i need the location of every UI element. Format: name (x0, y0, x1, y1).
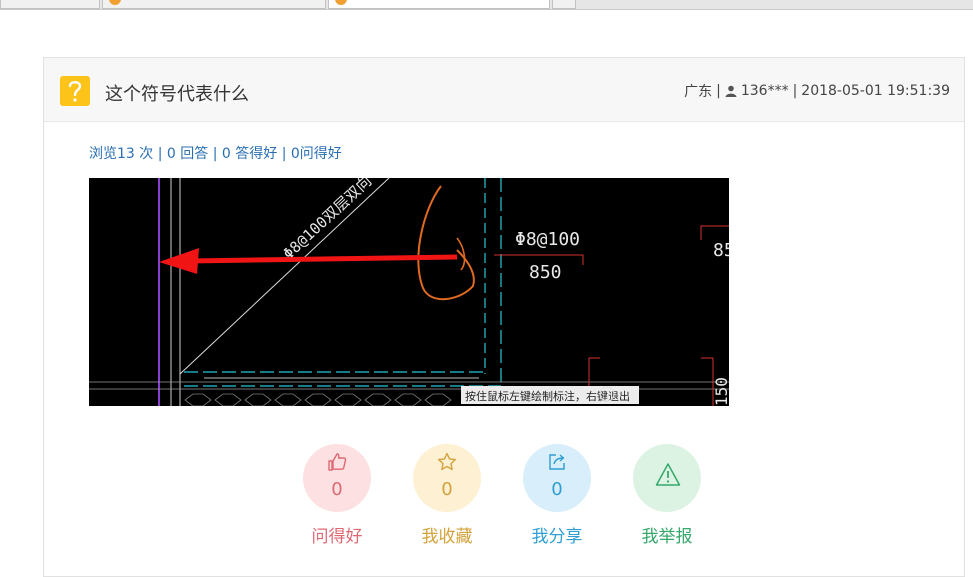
user-icon (725, 85, 737, 97)
stats-separator: | (212, 146, 222, 162)
favorite-count: 0 (441, 479, 453, 500)
question-title: 这个符号代表什么 (105, 84, 249, 105)
question-header: 这个符号代表什么 广东 | 136*** | 2018-05-01 19:51:… (44, 58, 964, 122)
cad-drawing: Φ8@100双层双向 Φ8@100 850 85 150 按住鼠标左键绘制标注，… (89, 178, 729, 406)
question-stats: 浏览13 次 | 0 回答 | 0 答得好 | 0问得好 (89, 143, 342, 163)
stats-separator: | (281, 146, 291, 162)
answer-count: 0 回答 (166, 146, 209, 162)
good-question-count: 0问得好 (290, 146, 342, 162)
meta-separator: | (792, 83, 798, 99)
browser-tab[interactable] (0, 0, 100, 9)
report-button-circle[interactable] (633, 444, 701, 512)
question-user[interactable]: 136*** (741, 83, 789, 99)
question-card: 这个符号代表什么 广东 | 136*** | 2018-05-01 19:51:… (43, 57, 965, 577)
question-meta: 广东 | 136*** | 2018-05-01 19:51:39 (684, 81, 950, 101)
favorite-label: 我收藏 (421, 527, 473, 547)
report-label: 我举报 (641, 527, 693, 547)
question-actions: 0 问得好 0 我收藏 0 我分享 我举报 (44, 444, 964, 554)
right-bottom-dimension-label: 150 (712, 377, 729, 406)
question-datetime: 2018-05-01 19:51:39 (801, 83, 950, 99)
good-answer-count: 0 答得好 (221, 146, 278, 162)
share-icon (549, 454, 565, 470)
like-button-circle[interactable]: 0 (303, 444, 371, 512)
browser-tab-active[interactable] (328, 0, 550, 9)
site-favicon-icon (335, 0, 347, 5)
share-button-circle[interactable]: 0 (523, 444, 591, 512)
thumbs-up-icon (328, 453, 347, 471)
share-label: 我分享 (531, 527, 583, 547)
length-label: 850 (529, 262, 562, 283)
meta-separator: | (716, 83, 721, 99)
like-label: 问得好 (311, 527, 363, 547)
question-image[interactable]: Φ8@100双层双向 Φ8@100 850 85 150 按住鼠标左键绘制标注，… (89, 178, 729, 406)
rebar-spec-label: Φ8@100 (515, 229, 580, 250)
browser-tab-strip (0, 0, 973, 10)
star-icon (438, 452, 456, 471)
stats-separator: | (157, 146, 167, 162)
question-mark-icon (60, 76, 90, 106)
browser-tab[interactable] (102, 0, 326, 9)
favorite-button[interactable]: 0 我收藏 (407, 444, 487, 547)
new-tab-button[interactable] (552, 0, 576, 9)
report-button[interactable]: 我举报 (627, 444, 707, 547)
share-button[interactable]: 0 我分享 (517, 444, 597, 547)
right-dimension-label: 85 (713, 240, 729, 261)
favorite-button-circle[interactable]: 0 (413, 444, 481, 512)
question-location: 广东 (684, 84, 713, 100)
warning-icon (655, 463, 681, 486)
site-favicon-icon (109, 0, 121, 5)
share-count: 0 (551, 479, 563, 500)
like-count: 0 (331, 479, 343, 500)
like-question-button[interactable]: 0 问得好 (297, 444, 377, 547)
view-count: 浏览13 次 (89, 146, 154, 162)
